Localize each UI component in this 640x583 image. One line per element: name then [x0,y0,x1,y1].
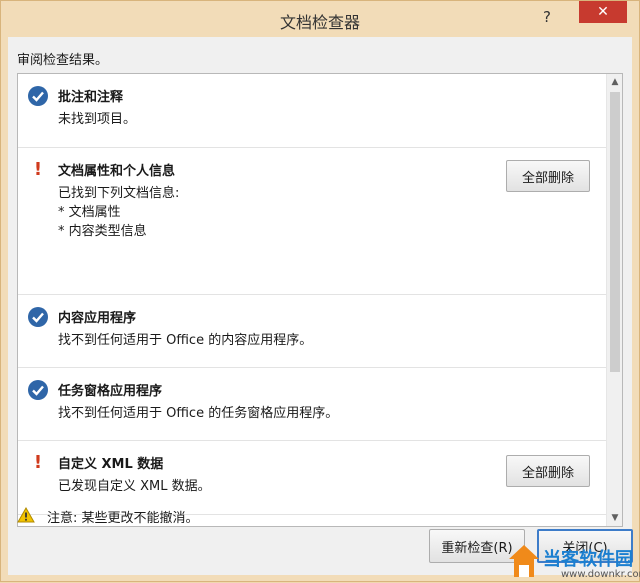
watermark: 当客软件园 www.downkr.com [501,537,640,583]
scrollbar-thumb[interactable] [610,92,620,372]
document-inspector-window: 文档检查器 ? ✕ 审阅检查结果。 批注和注释 未找到项目。 ! 文档属性和个人… [0,0,640,582]
remove-all-button[interactable]: 全部删除 [506,160,590,192]
item-line: 找不到任何适用于 Office 的内容应用程序。 [58,333,313,348]
exclamation-icon: ! [33,452,43,473]
item-line: * 文档属性 [58,205,121,220]
scroll-up-arrow-icon[interactable]: ▲ [607,74,622,90]
note-text: 注意: 某些更改不能撤消。 [47,511,199,526]
item-title: 内容应用程序 [58,311,137,326]
item-line: 找不到任何适用于 Office 的任务窗格应用程序。 [58,406,339,421]
item-description: 已发现自定义 XML 数据。 [58,477,211,496]
exclamation-icon: ! [33,159,43,180]
checkmark-circle-icon [28,380,48,400]
result-item-custom-xml: ! 自定义 XML 数据 已发现自定义 XML 数据。 全部删除 [18,441,606,515]
item-title: 自定义 XML 数据 [58,457,164,472]
item-line: * 内容类型信息 [58,224,147,239]
item-title: 批注和注释 [58,90,124,105]
results-list: 批注和注释 未找到项目。 ! 文档属性和个人信息 已找到下列文档信息: * 文档… [17,73,623,527]
scroll-down-arrow-icon[interactable]: ▼ [607,510,622,526]
dialog-client-area: 审阅检查结果。 批注和注释 未找到项目。 ! 文档属性和个人信息 已找到下列文档… [8,37,633,575]
result-item-document-properties: ! 文档属性和个人信息 已找到下列文档信息: * 文档属性 * 内容类型信息 全… [18,148,606,295]
review-results-label: 审阅检查结果。 [17,53,109,68]
house-logo-icon [509,545,539,577]
watermark-url: www.downkr.com [561,569,640,580]
item-title: 文档属性和个人信息 [58,164,176,179]
watermark-name: 当客软件园 [543,549,633,570]
checkmark-circle-icon [28,307,48,327]
warning-triangle-icon [17,507,35,523]
item-line: 已发现自定义 XML 数据。 [58,479,211,494]
checkmark-circle-icon [28,86,48,106]
item-title: 任务窗格应用程序 [58,384,163,399]
remove-all-button[interactable]: 全部删除 [506,455,590,487]
item-line: 未找到项目。 [58,112,137,127]
result-item-content-apps: 内容应用程序 找不到任何适用于 Office 的内容应用程序。 [18,295,606,368]
result-item-task-pane-apps: 任务窗格应用程序 找不到任何适用于 Office 的任务窗格应用程序。 [18,368,606,441]
result-item-comments: 批注和注释 未找到项目。 [18,74,606,148]
window-close-button[interactable]: ✕ [579,1,627,23]
vertical-scrollbar[interactable]: ▲ ▼ [606,74,622,526]
item-description: 找不到任何适用于 Office 的内容应用程序。 [58,331,312,350]
help-button[interactable]: ? [529,3,565,31]
item-description: 找不到任何适用于 Office 的任务窗格应用程序。 [58,404,338,423]
item-description: 未找到项目。 [58,110,136,129]
item-description: 已找到下列文档信息: * 文档属性 * 内容类型信息 [58,184,179,241]
item-line: 已找到下列文档信息: [58,186,180,201]
title-bar: 文档检查器 ? ✕ [1,1,639,37]
